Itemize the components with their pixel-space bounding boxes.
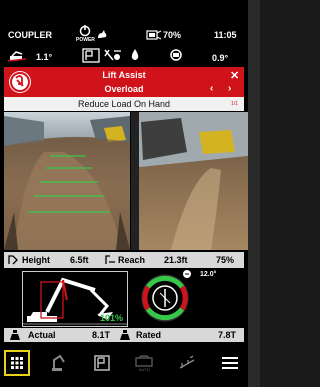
hamburger-menu-icon	[221, 356, 238, 370]
status-bar: COUPLER POWER 70% 11:05	[0, 24, 248, 46]
grade-icon	[178, 354, 196, 372]
actual-load-value: 8.1T	[92, 330, 111, 340]
measurement-bar: Height 6.5ft Reach 21.3ft 75%	[4, 252, 244, 268]
excavator-display: COUPLER POWER 70% 11:05 1.1° 0.9° Lift A…	[0, 0, 248, 387]
hydraulic-icon	[82, 48, 100, 63]
side-camera-view[interactable]	[131, 112, 248, 250]
chevron-right-icon[interactable]: ›	[228, 83, 231, 94]
device-frame-edge	[248, 0, 260, 387]
chevron-left-icon[interactable]: ‹	[210, 83, 213, 94]
battery-icon	[146, 30, 162, 41]
excavator-pitch-icon	[8, 50, 26, 62]
alert-subtitle: Overload	[104, 84, 144, 94]
grid-icon	[10, 356, 24, 370]
roll-angle: 0.9°	[212, 53, 229, 63]
reach-value: 21.3ft	[164, 255, 188, 265]
reach-icon	[104, 254, 116, 266]
bottom-navigation: AUTO	[4, 346, 244, 380]
menu-button[interactable]	[216, 349, 244, 377]
alert-message: Reduce Load On Hand	[77, 99, 171, 109]
actual-load-icon	[8, 329, 22, 341]
lift-diagram-panel: 101% 12.0°	[4, 269, 244, 327]
height-value: 6.5ft	[70, 255, 89, 265]
pitch-angle: 1.1°	[36, 52, 53, 62]
auto-mode-icon	[135, 354, 153, 367]
coupler-tool-icon	[103, 48, 125, 63]
hydraulic-button[interactable]	[88, 349, 116, 377]
alert-page-indicator: 1/1	[231, 101, 238, 107]
rated-load-icon	[118, 329, 132, 341]
rotation-icon	[182, 269, 192, 279]
height-label: Height	[22, 255, 50, 265]
close-icon[interactable]: ✕	[230, 69, 239, 82]
load-percent-label: 101%	[100, 313, 124, 323]
load-gauge	[140, 271, 190, 325]
rated-load-label: Rated	[136, 330, 162, 340]
actual-load-label: Actual	[28, 330, 56, 340]
fluid-drop-icon	[130, 48, 140, 62]
reach-label: Reach	[118, 255, 146, 265]
auto-mode-label: AUTO	[138, 366, 150, 372]
rear-camera-view[interactable]	[4, 112, 130, 250]
camera-button[interactable]	[45, 349, 73, 377]
battery-percent: 70%	[163, 30, 182, 40]
rated-load-value: 7.8T	[218, 330, 237, 340]
boom-camera-icon	[50, 354, 68, 372]
alert-message-bar: Reduce Load On Hand 1/1	[4, 97, 244, 111]
tilt-angle: 12.0°	[200, 271, 217, 278]
clock: 11:05	[214, 30, 237, 40]
machine-roll-icon	[168, 49, 184, 62]
power-icon	[78, 25, 92, 37]
apps-grid-button[interactable]	[4, 350, 30, 376]
height-icon	[7, 254, 19, 266]
power-label: POWER	[76, 37, 95, 43]
auto-mode-button[interactable]: AUTO	[130, 349, 158, 377]
mode-label: COUPLER	[8, 30, 53, 40]
rabbit-speed-icon	[96, 28, 108, 40]
load-percent-value: 75%	[216, 255, 235, 265]
grade-button[interactable]	[173, 349, 201, 377]
load-bar: Actual 8.1T Rated 7.8T	[4, 328, 244, 342]
alert-title: Lift Assist	[102, 70, 146, 80]
status-bar-secondary: 1.1° 0.9°	[0, 48, 248, 66]
hydraulic-nav-icon	[93, 354, 111, 372]
